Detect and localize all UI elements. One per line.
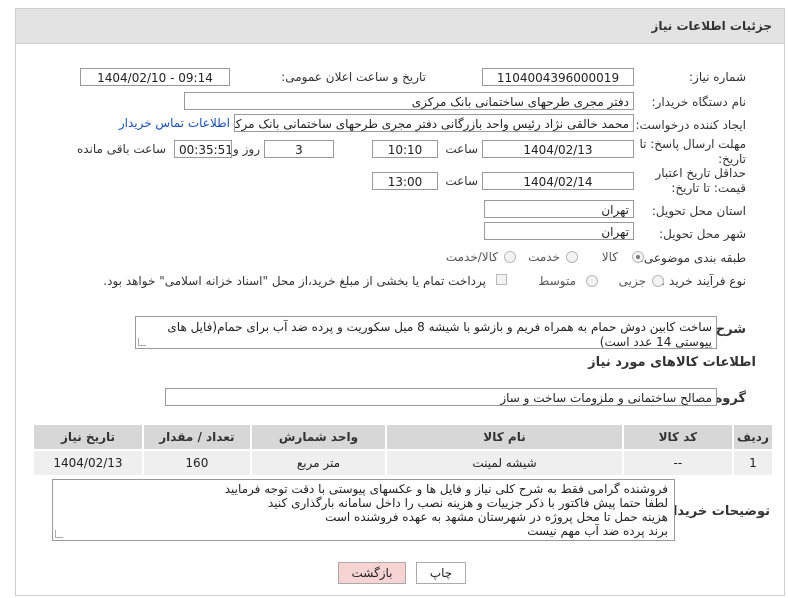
buyer-org-label: نام دستگاه خریدار:: [651, 95, 747, 109]
goods-group-field: مصالح ساختمانی و ملزومات ساخت و ساز: [165, 388, 717, 406]
overall-desc-text: ساخت کابین دوش حمام به همراه فریم و بازش…: [167, 320, 712, 349]
buyer-note-line: لطفا حتما پیش فاکتور با ذکر جزییات و هزی…: [268, 496, 668, 510]
subject-option-goods: کالا: [601, 250, 618, 264]
col-unit: واحد شمارش: [249, 423, 388, 451]
buyer-note-line: فروشنده گرامی فقط به شرح کلی نیاز و فایل…: [224, 482, 668, 496]
subject-radio-goods[interactable]: [632, 251, 644, 263]
goods-table: ردیف کد کالا نام کالا واحد شمارش تعداد /…: [32, 423, 775, 477]
remaining-label: ساعت باقی مانده: [76, 142, 166, 156]
goods-info-heading: اطلاعات کالاهای مورد نیاز: [588, 355, 756, 370]
announce-datetime-field: 1404/02/10 - 09:14: [80, 68, 230, 86]
subject-radio-service[interactable]: [566, 251, 578, 263]
requester-label: ایجاد کننده درخواست:: [635, 118, 746, 132]
day-and-label: روز و: [233, 142, 260, 156]
response-time-field: 10:10: [372, 140, 438, 158]
purchase-radio-medium[interactable]: [586, 275, 598, 287]
price-time-label: ساعت: [445, 174, 478, 188]
response-time-label: ساعت: [445, 142, 478, 156]
response-deadline-label: مهلت ارسال پاسخ: تا تاریخ:: [639, 137, 746, 166]
purchase-radio-minor[interactable]: [652, 275, 664, 287]
back-button[interactable]: بازگشت: [338, 562, 406, 584]
buyer-notes-box: فروشنده گرامی فقط به شرح کلی نیاز و فایل…: [52, 479, 675, 541]
col-row-number: ردیف: [731, 423, 775, 451]
announce-datetime-label: تاریخ و ساعت اعلان عمومی:: [281, 70, 426, 84]
price-date-field: 1404/02/14: [482, 172, 634, 190]
delivery-city-label: شهر محل تحویل:: [659, 227, 746, 241]
price-time-field: 13:00: [372, 172, 438, 190]
table-header-row: ردیف کد کالا نام کالا واحد شمارش تعداد /…: [32, 423, 775, 451]
buyer-note-line: هزینه حمل تا محل پروژه در شهرستان مشهد ب…: [325, 510, 668, 524]
province-field: تهران: [484, 200, 634, 218]
cell-item-code: --: [621, 449, 734, 477]
page-title: جزئیات اطلاعات نیاز: [651, 19, 772, 33]
cell-row-number: 1: [731, 449, 775, 477]
print-button[interactable]: چاپ: [416, 562, 466, 584]
table-row[interactable]: 1 -- شیشه لمینت متر مربع 160 1404/02/13: [32, 449, 775, 477]
subject-option-service: خدمت: [528, 250, 560, 264]
col-item-name: نام کالا: [385, 423, 624, 451]
col-quantity: تعداد / مقدار: [141, 423, 252, 451]
purchase-type-label: نوع فرآیند خرید :: [661, 274, 746, 288]
subject-radio-goods-service[interactable]: [504, 251, 516, 263]
overall-desc-box: ساخت کابین دوش حمام به همراه فریم و بازش…: [135, 316, 717, 349]
treasury-payment-note: پرداخت تمام یا بخشی از مبلغ خرید،از محل …: [103, 274, 486, 288]
treasury-payment-checkbox[interactable]: [496, 274, 507, 285]
need-number-field: 1104004396000019: [482, 68, 634, 86]
subject-option-goods-service: کالا/خدمت: [445, 250, 498, 264]
resize-handle[interactable]: [138, 338, 146, 346]
need-number-label: شماره نیاز:: [689, 70, 746, 84]
purchase-option-medium: متوسط: [538, 274, 576, 288]
price-validity-label: حداقل تاریخ اعتبار قیمت: تا تاریخ:: [655, 166, 746, 195]
delivery-province-label: استان محل تحویل:: [651, 204, 746, 218]
buyer-org-field: دفتر مجری طرحهای ساختمانی بانک مرکزی: [184, 92, 634, 110]
cell-quantity: 160: [141, 449, 252, 477]
cell-item-name: شیشه لمینت: [385, 449, 624, 477]
cell-need-date: 1404/02/13: [32, 449, 144, 477]
subject-class-label: طبقه بندی موضوعی:: [639, 251, 746, 265]
resize-handle[interactable]: [55, 530, 63, 538]
panel-header: جزئیات اطلاعات نیاز: [16, 9, 784, 44]
response-days-field: 3: [264, 140, 334, 158]
buyer-contact-link[interactable]: اطلاعات تماس خریدار: [119, 116, 230, 130]
requester-field: محمد خالقی نژاد رئیس واحد بازرگانی دفتر …: [234, 114, 634, 132]
cell-unit: متر مربع: [249, 449, 388, 477]
purchase-option-minor: جزیی: [618, 274, 646, 288]
col-item-code: کد کالا: [621, 423, 734, 451]
buyer-notes-label: توضیحات خریدار:: [660, 504, 770, 519]
buyer-note-line: برند پرده ضد آب مهم نیست: [527, 524, 668, 538]
remaining-time-field: 00:35:51: [174, 140, 232, 158]
col-need-date: تاریخ نیاز: [32, 423, 144, 451]
city-field: تهران: [484, 222, 634, 240]
response-date-field: 1404/02/13: [482, 140, 634, 158]
